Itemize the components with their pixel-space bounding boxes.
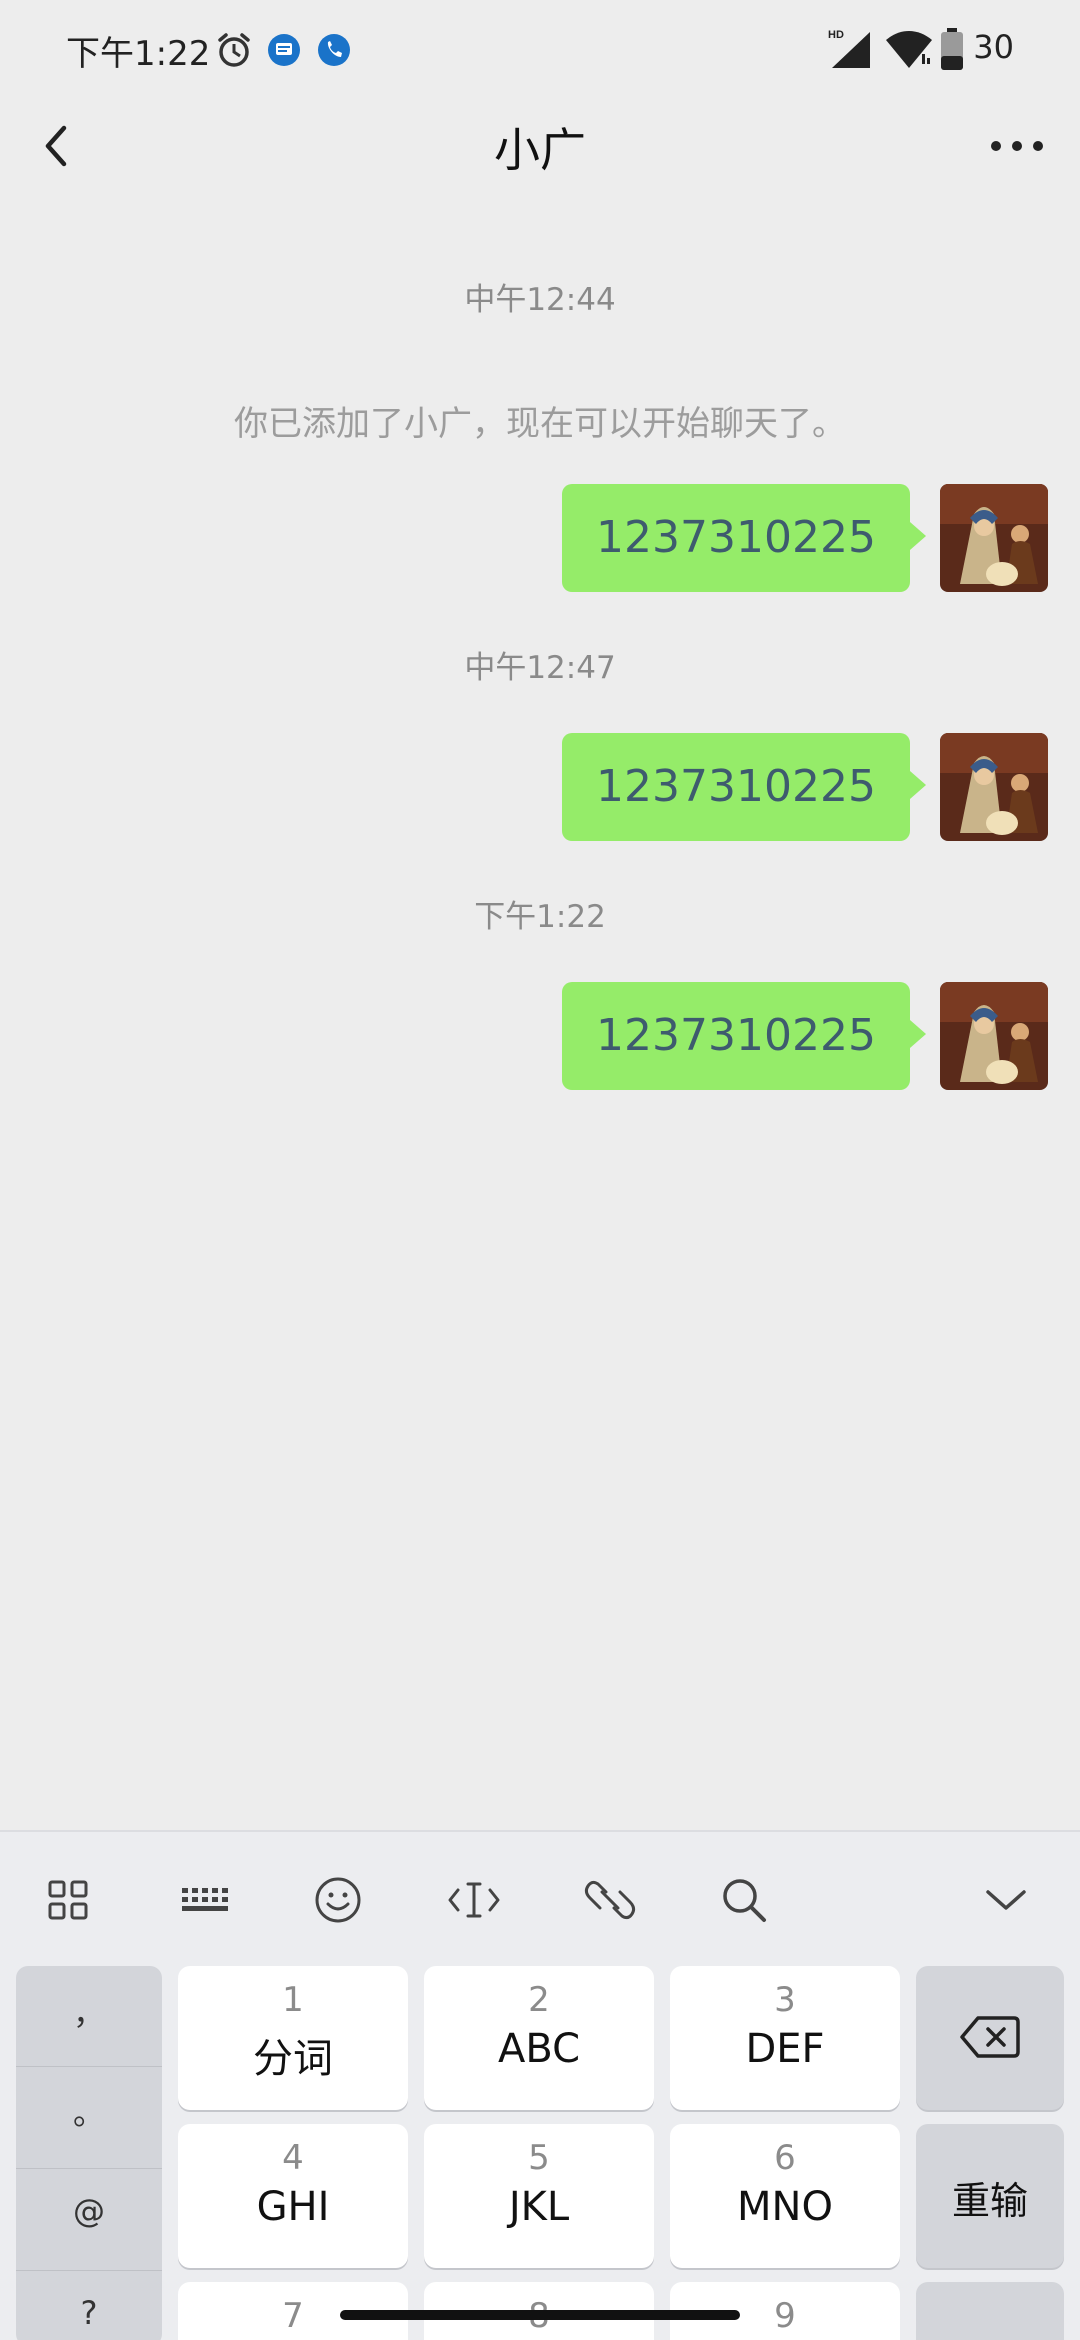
key-number: 4: [282, 2138, 304, 2178]
key-label: JKL: [508, 2184, 570, 2230]
status-time: 下午1:22: [66, 34, 211, 74]
message-timestamp: 中午12:47: [464, 650, 616, 686]
keyboard-toolbar: [0, 1832, 1080, 1962]
message-timestamp: 中午12:44: [464, 282, 616, 318]
collapse-icon[interactable]: [978, 1872, 1034, 1928]
message-row: 1237310225: [0, 982, 1080, 1092]
key-number: 3: [774, 1980, 796, 2020]
key-number: 6: [774, 2138, 796, 2178]
chat-title: 小广: [494, 123, 586, 177]
system-message: 你已添加了小广，现在可以开始聊天了。: [234, 404, 846, 444]
emoji-icon[interactable]: [310, 1872, 366, 1928]
phone-notification-icon: [318, 34, 350, 66]
avatar[interactable]: [940, 484, 1048, 592]
key-3[interactable]: 3 DEF: [670, 1966, 900, 2110]
wifi-icon: [886, 31, 932, 68]
home-indicator[interactable]: [340, 2310, 740, 2320]
key-5[interactable]: 5 JKL: [424, 2124, 654, 2268]
function-key[interactable]: [916, 2282, 1064, 2340]
backspace-icon: [960, 2016, 1020, 2058]
key-1[interactable]: 1 分词: [178, 1966, 408, 2110]
symbol-key[interactable]: @: [16, 2192, 162, 2230]
message-bubble[interactable]: 1237310225: [562, 982, 926, 1090]
message-notification-icon: [268, 34, 300, 66]
symbol-key[interactable]: 。: [16, 2088, 162, 2134]
key-2[interactable]: 2 ABC: [424, 1966, 654, 2110]
chat-header: 小广: [0, 100, 1080, 190]
battery-level: 30: [973, 28, 1014, 66]
message-bubble[interactable]: 1237310225: [562, 733, 926, 841]
avatar[interactable]: [940, 982, 1048, 1090]
key-label: ABC: [497, 2026, 581, 2072]
message-bubble[interactable]: 1237310225: [562, 484, 926, 592]
symbol-key[interactable]: ?: [16, 2294, 162, 2332]
status-bar: 下午1:22 HD 30: [0, 0, 1080, 100]
key-label: DEF: [745, 2026, 825, 2072]
key-number: 2: [528, 1980, 550, 2020]
keyboard-icon[interactable]: [176, 1872, 232, 1928]
message-timestamp: 下午1:22: [474, 899, 606, 935]
battery-icon: [941, 28, 963, 70]
link-icon[interactable]: [582, 1872, 638, 1928]
key-label: GHI: [256, 2184, 330, 2230]
reinput-key[interactable]: 重输: [916, 2124, 1064, 2268]
avatar[interactable]: [940, 733, 1048, 841]
alarm-icon: [218, 33, 250, 67]
signal-hd-icon: HD: [828, 29, 870, 68]
message-row: 1237310225: [0, 733, 1080, 843]
key-label: MNO: [737, 2184, 833, 2230]
search-icon[interactable]: [716, 1872, 772, 1928]
keyboard: ， 。 @ ? 1 分词 2 ABC 3 DEF 4 GHI 5 JKL 6 M…: [0, 1830, 1080, 2340]
symbol-key[interactable]: ，: [16, 1988, 162, 2034]
key-label: 分词: [253, 2036, 333, 2082]
key-4[interactable]: 4 GHI: [178, 2124, 408, 2268]
reinput-label: 重输: [951, 2179, 1028, 2223]
svg-text:HD: HD: [828, 29, 844, 41]
cursor-icon[interactable]: [446, 1872, 502, 1928]
key-6[interactable]: 6 MNO: [670, 2124, 900, 2268]
grid-icon[interactable]: [40, 1872, 96, 1928]
key-number: 1: [282, 1980, 304, 2020]
delete-key[interactable]: [916, 1966, 1064, 2110]
chat-screen: 下午1:22 HD 30 小广 中午12:44 你已添加了小广，现在可以开始聊天…: [0, 0, 1080, 2340]
message-row: 1237310225: [0, 484, 1080, 594]
symbol-column: ， 。 @ ?: [16, 1966, 162, 2340]
more-options-icon[interactable]: [984, 118, 1050, 174]
key-number: 5: [528, 2138, 550, 2178]
